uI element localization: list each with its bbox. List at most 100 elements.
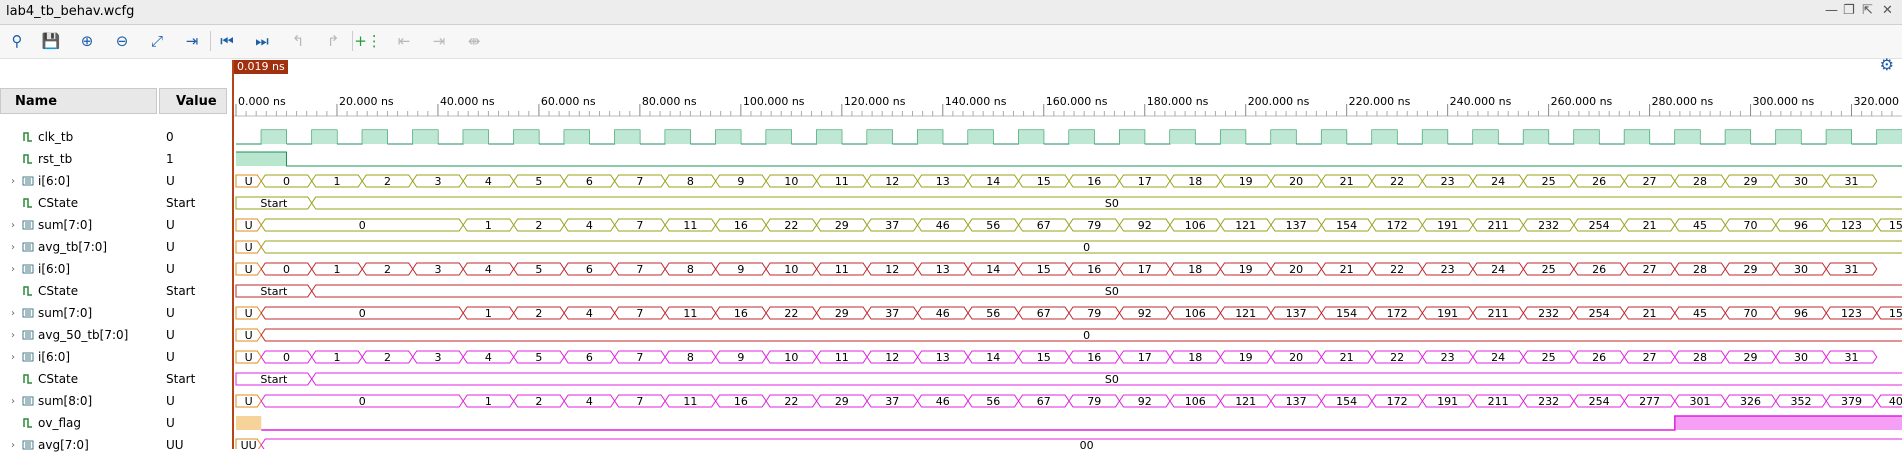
waveform-row[interactable]: U 0 1 2 4 7 11 16 22 29 37 46 56 67 79 92 106 121 137 154 17… bbox=[235, 306, 1902, 320]
bus-segment[interactable] bbox=[260, 328, 1902, 342]
clock-high-fill bbox=[1169, 130, 1196, 144]
goto-start-icon[interactable]: ⏮ bbox=[216, 30, 238, 52]
expand-arrow-icon[interactable]: › bbox=[11, 352, 15, 363]
bus-value-label: 2 bbox=[535, 219, 542, 232]
restore-button[interactable]: ❐ bbox=[1843, 3, 1855, 18]
close-button[interactable]: ✕ bbox=[1882, 3, 1893, 18]
bus-value-label: 13 bbox=[936, 351, 950, 364]
signal-name[interactable]: sum[8:0] bbox=[38, 390, 92, 412]
bus-value-label: 301 bbox=[1690, 395, 1711, 408]
prev-marker-icon[interactable]: ⇤ bbox=[393, 30, 415, 52]
bus-value-label: 12 bbox=[885, 175, 899, 188]
gear-icon[interactable]: ⚙ bbox=[1880, 55, 1894, 74]
bus-value-label: 0 bbox=[283, 263, 290, 276]
signal-name[interactable]: i[6:0] bbox=[38, 346, 70, 368]
signal-name[interactable]: avg_50_tb[7:0] bbox=[38, 324, 128, 346]
waveform-row[interactable]: U 0 1 2 3 4 5 6 7 8 9 10 11 12 13 14 15 16 17 18 19 20 21 22 23 2… bbox=[235, 350, 1878, 364]
waveform-row[interactable] bbox=[236, 151, 1902, 167]
waveform-row[interactable] bbox=[236, 415, 1902, 431]
prev-transition-icon[interactable]: ↰ bbox=[287, 30, 309, 52]
search-icon[interactable]: ⚲ bbox=[6, 30, 28, 52]
bus-value-label: 254 bbox=[1589, 307, 1610, 320]
name-column-header[interactable]: Name bbox=[0, 88, 157, 114]
bus-value-label: 1 bbox=[485, 307, 492, 320]
clock-high-fill bbox=[412, 130, 438, 144]
bus-value-label: 3 bbox=[434, 175, 441, 188]
bus-value-label: 211 bbox=[1488, 219, 1509, 232]
bus-value-label: 254 bbox=[1589, 219, 1610, 232]
waveform-row[interactable]: Start S0 bbox=[235, 372, 1902, 386]
bus-value-label: 1 bbox=[485, 395, 492, 408]
next-transition-icon[interactable]: ↱ bbox=[322, 30, 344, 52]
clock-high-fill bbox=[1270, 130, 1297, 144]
bus-value-label: 29 bbox=[835, 395, 849, 408]
bus-value-label: 45 bbox=[1693, 219, 1707, 232]
expand-arrow-icon[interactable]: › bbox=[11, 242, 15, 253]
bus-value-label: 23 bbox=[1441, 175, 1455, 188]
bus-value-label: 2 bbox=[384, 351, 391, 364]
minimize-button[interactable]: — bbox=[1825, 3, 1838, 18]
save-icon[interactable]: 💾 bbox=[40, 30, 62, 52]
expand-arrow-icon[interactable]: › bbox=[11, 220, 15, 231]
bus-value-label: 232 bbox=[1538, 219, 1559, 232]
clock-high-fill bbox=[968, 130, 994, 144]
ruler-tick-label: 200.000 ns bbox=[1248, 95, 1310, 108]
signal-name[interactable]: clk_tb bbox=[38, 126, 73, 148]
waveform-canvas[interactable]: 0.000 ns 20.000 ns 40.000 ns 60.000 ns 80.00… bbox=[234, 86, 1902, 449]
waveform-row[interactable] bbox=[236, 129, 1902, 145]
waveform-row[interactable]: U 0 1 2 4 7 11 16 22 29 37 46 56 67 79 92 106 121 137 154 17… bbox=[235, 394, 1902, 408]
bus-value-label: 137 bbox=[1286, 307, 1307, 320]
waveform-row[interactable]: U 0 1 2 3 4 5 6 7 8 9 10 11 12 13 14 15 16 17 18 19 20 21 22 23 2… bbox=[235, 174, 1878, 188]
expand-arrow-icon[interactable]: › bbox=[11, 308, 15, 319]
zoom-in-icon[interactable]: ⊕ bbox=[76, 30, 98, 52]
swap-cursors-icon[interactable]: ⇼ bbox=[463, 30, 485, 52]
signal-name[interactable]: CState bbox=[38, 280, 78, 302]
bus-value-label: 7 bbox=[636, 395, 643, 408]
bus-value-label: 254 bbox=[1589, 395, 1610, 408]
bus-value-label: 56 bbox=[986, 395, 1000, 408]
bus-value-label: U bbox=[245, 351, 253, 364]
bus-value-label: 6 bbox=[586, 351, 593, 364]
add-marker-icon[interactable]: +⋮ bbox=[354, 30, 382, 52]
expand-arrow-icon[interactable]: › bbox=[11, 264, 15, 275]
waveform-row[interactable]: U0 bbox=[235, 240, 1902, 254]
expand-arrow-icon[interactable]: › bbox=[11, 176, 15, 187]
signal-name[interactable]: avg_tb[7:0] bbox=[38, 236, 107, 258]
waveform-row[interactable]: Start S0 bbox=[235, 196, 1902, 210]
goto-cursor-icon[interactable]: ⇥ bbox=[181, 30, 203, 52]
signal-name[interactable]: avg[7:0] bbox=[38, 434, 89, 456]
signal-name[interactable]: sum[7:0] bbox=[38, 214, 92, 236]
zoom-out-icon[interactable]: ⊖ bbox=[111, 30, 133, 52]
bus-segment[interactable] bbox=[260, 240, 1902, 254]
signal-name[interactable]: rst_tb bbox=[38, 148, 72, 170]
zoom-fit-icon[interactable]: ⤢ bbox=[146, 30, 168, 52]
maximize-button[interactable]: ⇱ bbox=[1862, 3, 1873, 18]
window-title: lab4_tb_behav.wcfg bbox=[6, 4, 135, 19]
bus-value-label: 70 bbox=[1744, 307, 1758, 320]
expand-arrow-icon[interactable]: › bbox=[11, 440, 15, 451]
signal-name[interactable]: i[6:0] bbox=[38, 170, 70, 192]
signal-name[interactable]: ov_flag bbox=[38, 412, 81, 434]
clock-high-fill bbox=[1674, 130, 1701, 144]
signal-name[interactable]: i[6:0] bbox=[38, 258, 70, 280]
signal-name[interactable]: CState bbox=[38, 368, 78, 390]
next-marker-icon[interactable]: ⇥ bbox=[428, 30, 450, 52]
waveform-row[interactable]: U 0 1 2 4 7 11 16 22 29 37 46 56 67 79 92 106 121 137 154 17… bbox=[235, 218, 1902, 232]
signal-name[interactable]: CState bbox=[38, 192, 78, 214]
signal-name[interactable]: sum[7:0] bbox=[38, 302, 92, 324]
value-column-header[interactable]: Value bbox=[159, 88, 227, 114]
bus-value-label: 45 bbox=[1693, 307, 1707, 320]
goto-end-icon[interactable]: ⏭ bbox=[251, 30, 273, 52]
time-ruler[interactable]: 0.000 ns 20.000 ns 40.000 ns 60.000 ns 80.00… bbox=[234, 95, 1902, 117]
expand-arrow-icon[interactable]: › bbox=[11, 330, 15, 341]
expand-arrow-icon[interactable]: › bbox=[11, 396, 15, 407]
bus-value-label: 96 bbox=[1794, 307, 1808, 320]
waveform-row[interactable]: Start S0 bbox=[235, 284, 1902, 298]
waveform-row[interactable]: U0 bbox=[235, 328, 1902, 342]
bus-value-label: 137 bbox=[1286, 219, 1307, 232]
waveform-row[interactable]: UU 00 bbox=[235, 438, 1902, 449]
signal-value: 0 bbox=[166, 130, 174, 144]
waveform-row[interactable]: U 0 1 2 3 4 5 6 7 8 9 10 11 12 13 14 15 16 17 18 19 20 21 22 23 2… bbox=[235, 262, 1878, 276]
bus-value-label: 30 bbox=[1794, 351, 1808, 364]
bus-value-label: 14 bbox=[986, 351, 1000, 364]
